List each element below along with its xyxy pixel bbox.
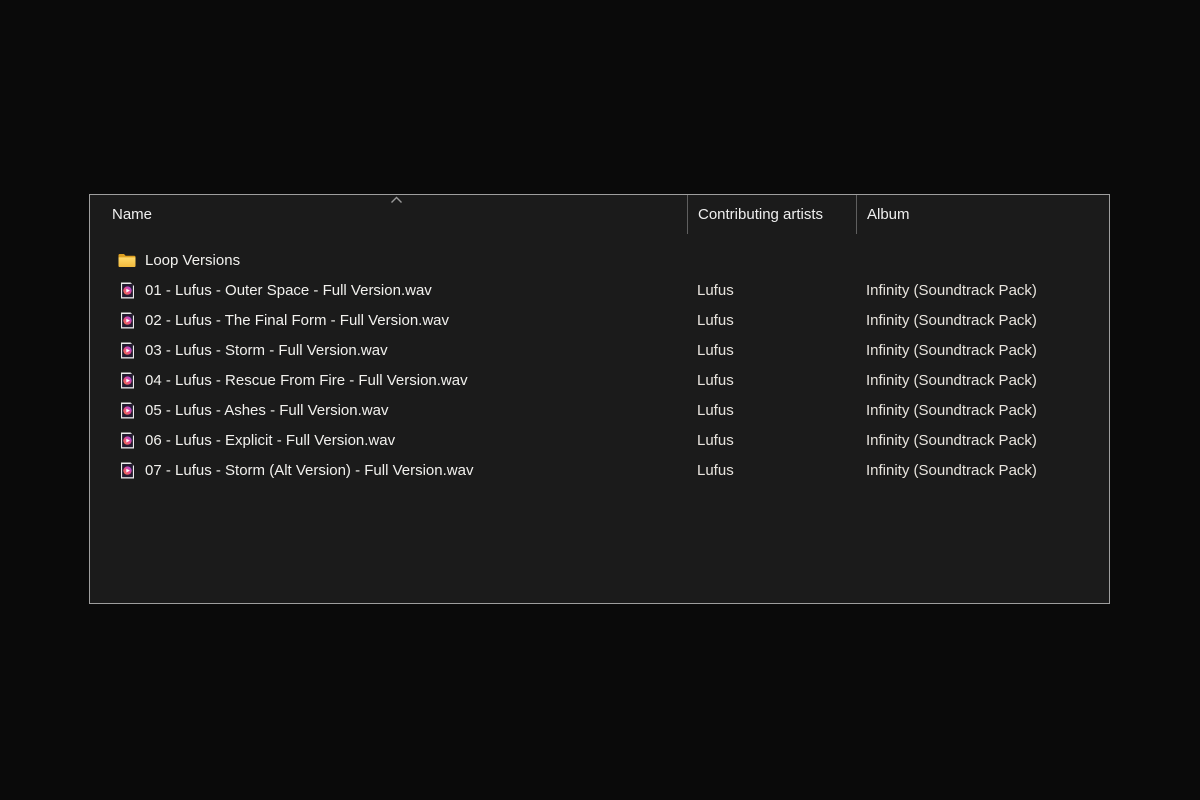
audio-file-icon [118, 402, 136, 419]
file-artist: Lufus [687, 462, 856, 479]
file-row[interactable]: 02 - Lufus - The Final Form - Full Versi… [90, 305, 1109, 335]
column-header-row: Name Contributing artists Album [90, 195, 1109, 234]
file-row[interactable]: 05 - Lufus - Ashes - Full Version.wav Lu… [90, 395, 1109, 425]
audio-file-icon [118, 462, 136, 479]
file-name-cell: Loop Versions [90, 252, 687, 269]
file-album: Infinity (Soundtrack Pack) [856, 402, 1109, 419]
file-artist: Lufus [687, 282, 856, 299]
file-row[interactable]: 07 - Lufus - Storm (Alt Version) - Full … [90, 455, 1109, 485]
file-name-cell: 03 - Lufus - Storm - Full Version.wav [90, 342, 687, 359]
file-artist: Lufus [687, 342, 856, 359]
file-name: 07 - Lufus - Storm (Alt Version) - Full … [145, 462, 473, 479]
file-row[interactable]: 01 - Lufus - Outer Space - Full Version.… [90, 275, 1109, 305]
audio-file-icon [118, 432, 136, 449]
file-album: Infinity (Soundtrack Pack) [856, 432, 1109, 449]
audio-file-icon [118, 282, 136, 299]
file-row[interactable]: 06 - Lufus - Explicit - Full Version.wav… [90, 425, 1109, 455]
file-list-panel: Name Contributing artists Album [89, 194, 1110, 604]
file-name-cell: 06 - Lufus - Explicit - Full Version.wav [90, 432, 687, 449]
audio-file-icon [118, 342, 136, 359]
file-name: Loop Versions [145, 252, 240, 269]
file-artist: Lufus [687, 312, 856, 329]
file-name-cell: 04 - Lufus - Rescue From Fire - Full Ver… [90, 372, 687, 389]
file-artist: Lufus [687, 372, 856, 389]
file-row[interactable]: Loop Versions [90, 245, 1109, 275]
file-name-cell: 07 - Lufus - Storm (Alt Version) - Full … [90, 462, 687, 479]
file-name-cell: 01 - Lufus - Outer Space - Full Version.… [90, 282, 687, 299]
file-name: 04 - Lufus - Rescue From Fire - Full Ver… [145, 372, 468, 389]
column-header-contributing-artists-label: Contributing artists [698, 206, 823, 223]
file-name: 01 - Lufus - Outer Space - Full Version.… [145, 282, 432, 299]
column-header-album-label: Album [867, 206, 910, 223]
file-artist: Lufus [687, 402, 856, 419]
file-album: Infinity (Soundtrack Pack) [856, 312, 1109, 329]
file-name: 03 - Lufus - Storm - Full Version.wav [145, 342, 388, 359]
file-album: Infinity (Soundtrack Pack) [856, 372, 1109, 389]
audio-file-icon [118, 312, 136, 329]
file-name: 06 - Lufus - Explicit - Full Version.wav [145, 432, 395, 449]
column-header-name[interactable]: Name [90, 195, 687, 234]
audio-file-icon [118, 372, 136, 389]
file-artist: Lufus [687, 432, 856, 449]
column-header-contributing-artists[interactable]: Contributing artists [687, 195, 856, 234]
file-name-cell: 02 - Lufus - The Final Form - Full Versi… [90, 312, 687, 329]
column-header-name-label: Name [112, 206, 152, 223]
file-row[interactable]: 04 - Lufus - Rescue From Fire - Full Ver… [90, 365, 1109, 395]
file-album: Infinity (Soundtrack Pack) [856, 282, 1109, 299]
file-name: 02 - Lufus - The Final Form - Full Versi… [145, 312, 449, 329]
file-name-cell: 05 - Lufus - Ashes - Full Version.wav [90, 402, 687, 419]
file-album: Infinity (Soundtrack Pack) [856, 342, 1109, 359]
file-album: Infinity (Soundtrack Pack) [856, 462, 1109, 479]
file-name: 05 - Lufus - Ashes - Full Version.wav [145, 402, 388, 419]
file-list: Loop Versions 01 - Lufus - [90, 234, 1109, 485]
column-header-album[interactable]: Album [856, 195, 1109, 234]
file-row[interactable]: 03 - Lufus - Storm - Full Version.wav Lu… [90, 335, 1109, 365]
folder-icon [118, 253, 136, 268]
sort-ascending-icon [390, 196, 403, 204]
